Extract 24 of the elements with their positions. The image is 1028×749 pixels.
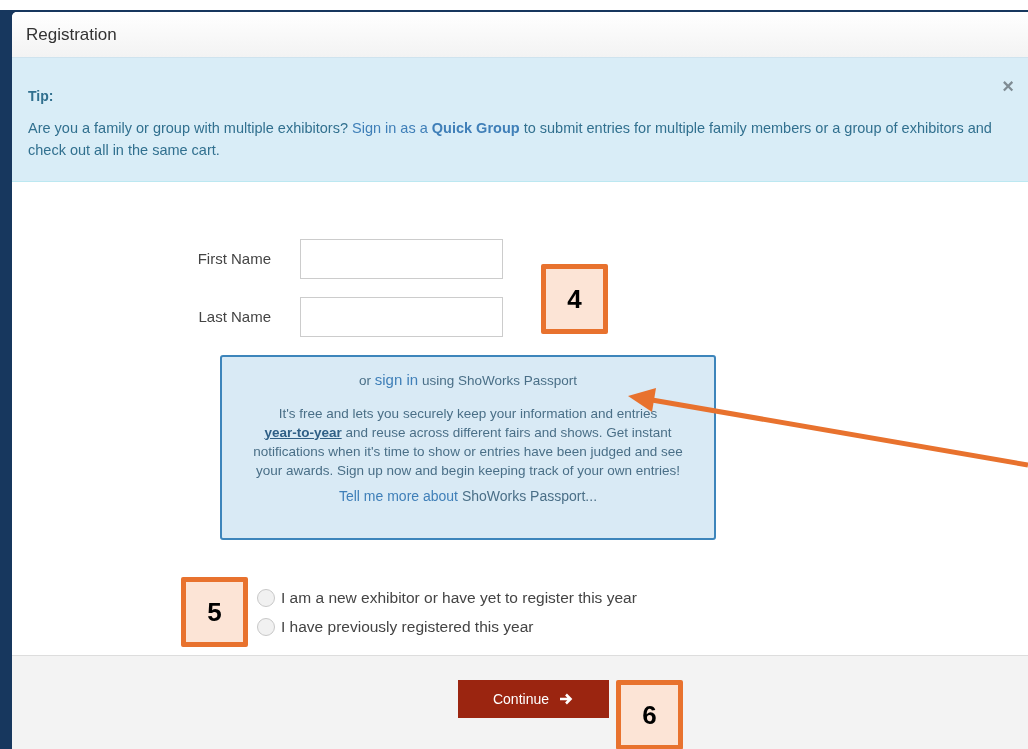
link[interactable]: year-to-year (264, 424, 342, 440)
tip-heading: Tip: (28, 87, 55, 106)
passport-intro: or sign in using ShoWorks Passport (359, 370, 577, 390)
link[interactable]: Tell me more about (338, 487, 458, 504)
input-field[interactable] (300, 239, 503, 279)
field-label: Last Name (197, 306, 272, 327)
step-callout: 4 (541, 264, 608, 334)
continue-button[interactable]: Continue (457, 680, 609, 718)
tip-text: Are you a family or group with multiple exhibitors? Sign in as a Quick Group to submit entries for multiple family members or a group of exhibitors and check out all in the same cart. (28, 119, 993, 160)
step-callout: 5 (181, 577, 248, 647)
step-callout: 6 (616, 680, 683, 749)
input-field[interactable] (300, 297, 503, 337)
link[interactable]: Sign in as a Quick Group (352, 120, 520, 136)
passport-more-link-text: Tell me more about ShoWorks Passport... (338, 486, 598, 506)
link[interactable]: sign in (374, 371, 419, 388)
radio-button[interactable] (257, 588, 275, 607)
arrow-right-icon (559, 692, 573, 706)
field-label: First Name (196, 248, 272, 269)
radio-button[interactable] (257, 617, 275, 636)
close-button[interactable]: × (1002, 76, 1014, 96)
radio-label: I have previously registered this year (281, 617, 534, 638)
radio-label: I am a new exhibitor or have yet to register this year (281, 588, 637, 608)
passport-description: It's free and lets you securely keep your information and entries year-to-year and reuse across different fairs and shows. Get instant notifications when it's time to show or entries have been judged and see your awards. Sign up now and begin keeping track of your own entries! (252, 404, 684, 480)
window-title: Registration (26, 23, 117, 46)
